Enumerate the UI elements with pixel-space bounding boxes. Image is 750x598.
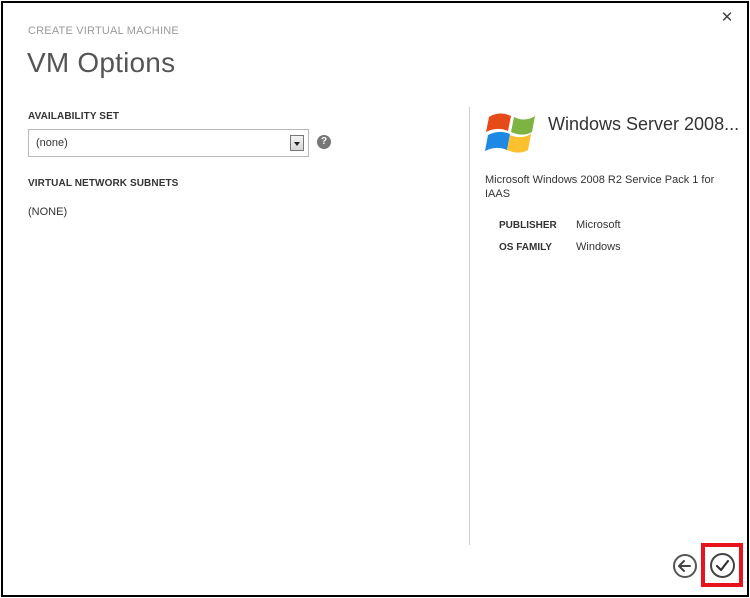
image-title: Windows Server 2008... bbox=[548, 114, 740, 134]
virtual-network-subnets-value: (NONE) bbox=[28, 206, 68, 218]
panel-divider bbox=[469, 107, 470, 545]
back-button[interactable] bbox=[673, 554, 697, 578]
complete-button[interactable] bbox=[710, 553, 735, 578]
virtual-network-subnets-label: VIRTUAL NETWORK SUBNETS bbox=[28, 178, 179, 189]
os-family-value: Windows bbox=[576, 241, 621, 253]
availability-set-label: AVAILABILITY SET bbox=[28, 111, 120, 122]
back-arrow-icon bbox=[678, 560, 691, 572]
availability-set-select[interactable]: (none) bbox=[28, 129, 309, 157]
chevron-down-icon[interactable] bbox=[290, 135, 304, 151]
page-title: VM Options bbox=[27, 47, 176, 78]
complete-highlight bbox=[701, 543, 743, 587]
publisher-label: PUBLISHER bbox=[499, 220, 557, 231]
image-description: Microsoft Windows 2008 R2 Service Pack 1… bbox=[485, 174, 715, 200]
os-family-label: OS FAMILY bbox=[499, 242, 552, 253]
wizard-eyebrow: CREATE VIRTUAL MACHINE bbox=[28, 25, 179, 37]
checkmark-icon bbox=[715, 559, 730, 572]
help-icon[interactable]: ? bbox=[317, 135, 331, 149]
close-icon[interactable]: ✕ bbox=[719, 9, 735, 27]
availability-set-value: (none) bbox=[36, 137, 68, 149]
windows-logo-icon bbox=[485, 113, 535, 153]
publisher-value: Microsoft bbox=[576, 219, 621, 231]
create-vm-dialog: ✕ CREATE VIRTUAL MACHINE VM Options AVAI… bbox=[1, 1, 749, 597]
